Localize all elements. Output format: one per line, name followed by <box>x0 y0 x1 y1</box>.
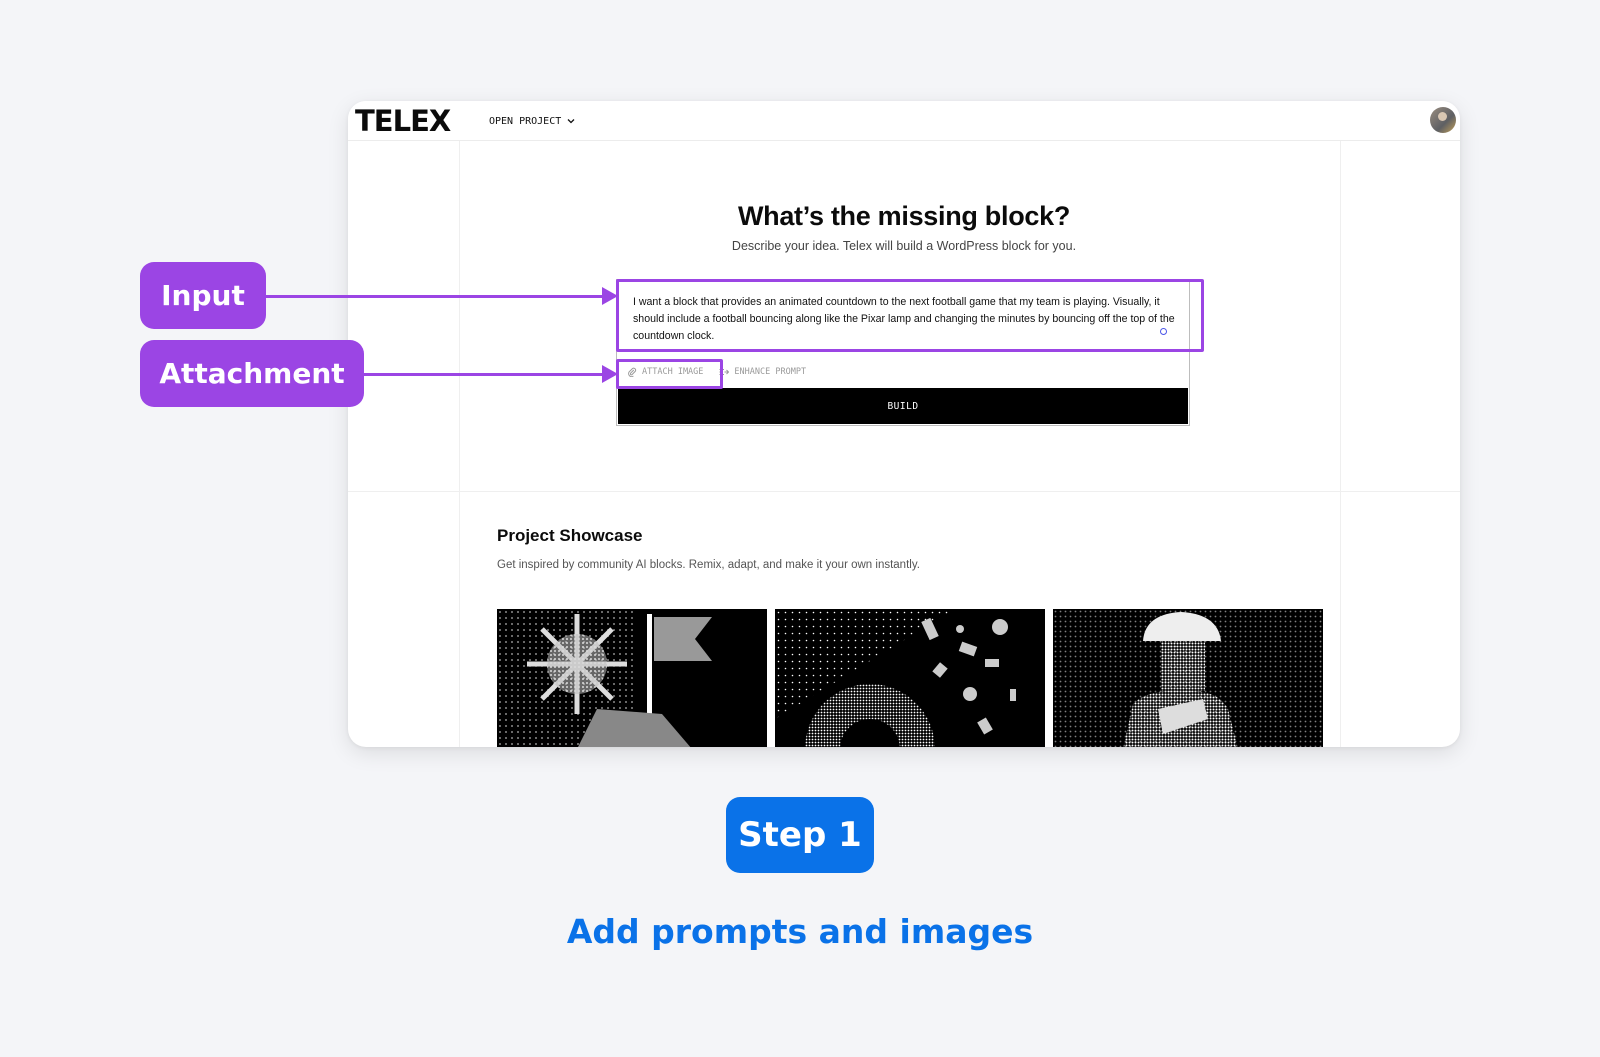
showcase-item[interactable] <box>1053 609 1323 747</box>
prompt-card: I want a block that provides an animated… <box>616 279 1190 426</box>
arch-confetti-image <box>775 609 1045 747</box>
showcase-title: Project Showcase <box>497 526 643 545</box>
avatar[interactable] <box>1430 107 1456 133</box>
hero-title: What’s the missing block? <box>737 201 1071 231</box>
app-window: TELEX OPEN PROJECT What’s the missing bl… <box>348 101 1460 747</box>
prompt-actions: ATTACH IMAGE ENHANCE PROMPT <box>617 358 1189 386</box>
build-button[interactable]: BUILD <box>618 388 1188 424</box>
showcase-subtitle: Get inspired by community AI blocks. Rem… <box>497 559 920 571</box>
input-callout: Input <box>140 262 266 329</box>
section-divider <box>348 491 1460 492</box>
attachment-callout: Attachment <box>140 340 364 407</box>
enhance-prompt-label: ENHANCE PROMPT <box>734 367 807 377</box>
spiked-ball-flag-image <box>497 609 767 747</box>
top-bar: TELEX OPEN PROJECT <box>348 101 1460 141</box>
chevron-down-icon <box>567 119 575 124</box>
showcase-item[interactable] <box>775 609 1045 747</box>
telex-logo[interactable]: TELEX <box>355 104 451 138</box>
attach-image-button[interactable]: ATTACH IMAGE <box>627 361 703 383</box>
open-project-dropdown[interactable]: OPEN PROJECT <box>489 114 575 128</box>
prompt-input[interactable]: I want a block that provides an animated… <box>633 294 1178 345</box>
step-badge: Step 1 <box>726 797 874 873</box>
input-arrow-head <box>602 287 618 305</box>
showcase-item[interactable] <box>497 609 767 747</box>
enhance-icon <box>719 369 730 375</box>
enhance-prompt-button[interactable]: ENHANCE PROMPT <box>719 361 806 383</box>
attachment-arrow-head <box>602 365 618 383</box>
input-arrow <box>266 295 604 298</box>
grammar-assistant-icon[interactable] <box>1160 328 1167 335</box>
hero-subtitle: Describe your idea. Telex will build a W… <box>731 239 1077 253</box>
attach-image-label: ATTACH IMAGE <box>642 367 704 377</box>
figure-hat-image <box>1053 609 1323 747</box>
paperclip-icon <box>628 367 637 377</box>
attachment-arrow <box>364 373 604 376</box>
open-project-label: OPEN PROJECT <box>489 115 562 127</box>
step-caption: Add prompts and images <box>566 912 1034 951</box>
